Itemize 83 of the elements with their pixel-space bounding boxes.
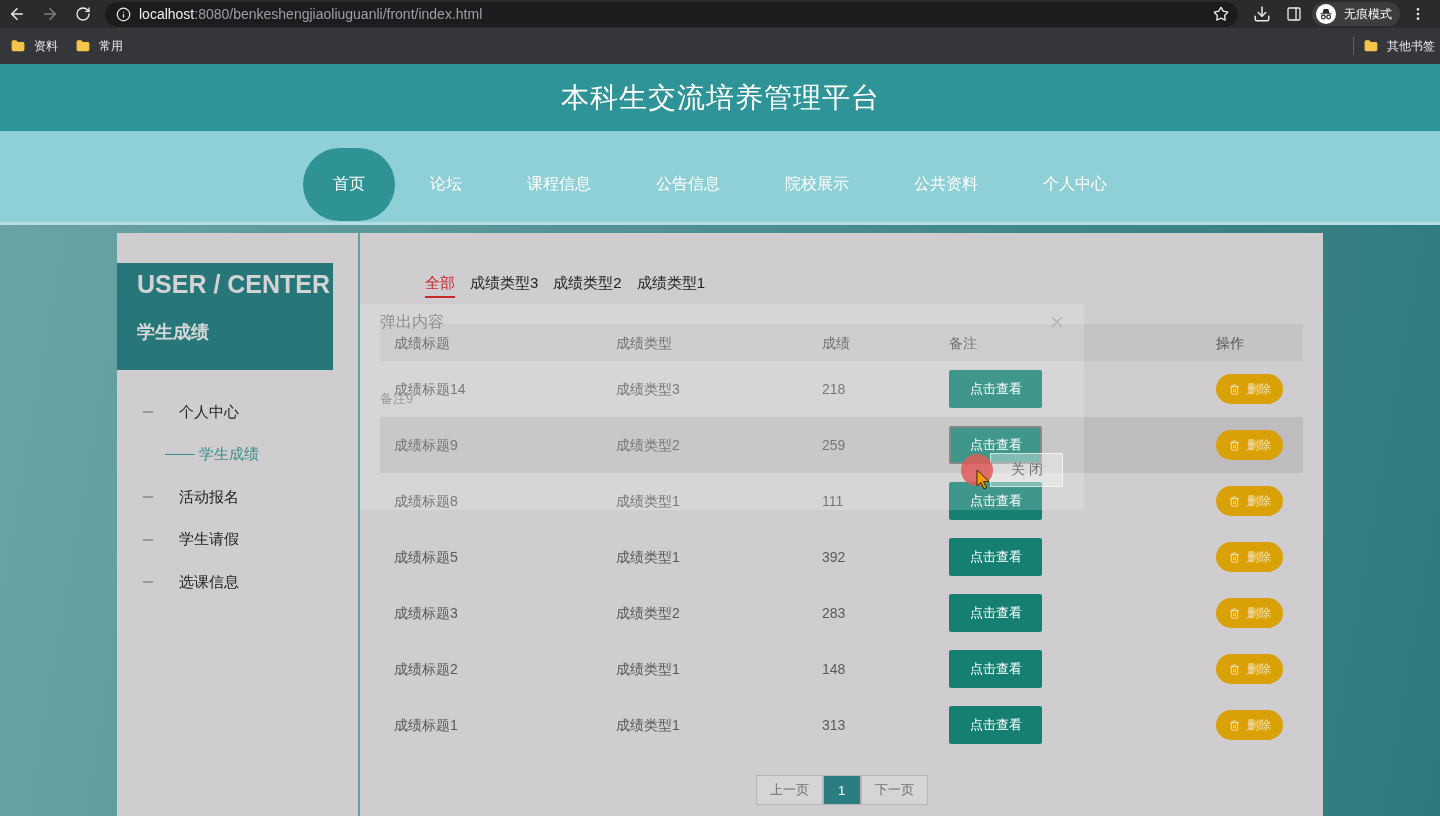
- table-cell: 成绩类型2: [616, 437, 680, 453]
- delete-button[interactable]: 删除: [1216, 654, 1283, 684]
- table-cell: 成绩类型3: [616, 381, 680, 397]
- filter-tab[interactable]: 成绩类型1: [636, 272, 706, 298]
- banner-subheading: 学生成绩: [137, 321, 210, 343]
- table-cell: 148: [822, 661, 846, 677]
- incognito-icon: [1316, 4, 1336, 24]
- table-cell: 成绩类型1: [616, 661, 680, 677]
- trash-icon: [1228, 607, 1240, 619]
- column-header: 操作: [1216, 334, 1244, 351]
- nav-link[interactable]: 首页: [303, 148, 395, 221]
- close-button[interactable]: 关闭: [990, 453, 1063, 487]
- column-header: 备注: [949, 334, 977, 351]
- table-cell: 成绩标题8: [394, 493, 458, 509]
- cursor-icon: [959, 452, 995, 492]
- view-button[interactable]: 点击查看: [949, 538, 1042, 576]
- site-title: 本科生交流培养管理平台: [560, 80, 880, 115]
- table-cell: 成绩标题3: [394, 605, 458, 621]
- table-cell: 259: [822, 437, 846, 453]
- trash-icon: [1228, 439, 1240, 451]
- sidebar-item[interactable]: 活动报名: [117, 476, 358, 519]
- sidebar-item[interactable]: 选课信息: [117, 561, 358, 604]
- table-cell: 218: [822, 381, 846, 397]
- dash-icon: [143, 538, 153, 541]
- address-bar[interactable]: localhost:8080/benkeshengjiaoliuguanli/front/index.html: [105, 1, 1238, 27]
- delete-button[interactable]: 删除: [1216, 710, 1283, 740]
- view-button[interactable]: 点击查看: [949, 706, 1042, 744]
- bookmark-item[interactable]: 其他书签: [1364, 37, 1435, 55]
- dialog-title: 弹出内容: [380, 312, 444, 332]
- url-text: localhost:8080/benkeshengjiaoliuguanli/front/index.html: [139, 6, 484, 22]
- profile-button[interactable]: 无痕模式: [1312, 2, 1400, 26]
- view-button[interactable]: 点击查看: [949, 594, 1042, 632]
- view-button[interactable]: 点击查看: [949, 370, 1042, 408]
- banner-heading: USER / CENTER: [137, 269, 332, 299]
- dash-icon: [143, 411, 153, 414]
- column-header: 成绩类型: [616, 334, 672, 351]
- table-cell: 成绩类型1: [616, 493, 680, 509]
- column-header: 成绩标题: [394, 334, 450, 351]
- trash-icon: [1228, 495, 1240, 507]
- info-icon[interactable]: [116, 6, 131, 22]
- trash-icon: [1228, 663, 1240, 675]
- delete-button[interactable]: 删除: [1216, 430, 1283, 460]
- sidebar-item[interactable]: 个人中心: [117, 391, 358, 434]
- dash-icon: [165, 454, 195, 456]
- view-button[interactable]: 点击查看: [949, 426, 1042, 464]
- dash-icon: [143, 496, 153, 499]
- filter-tab[interactable]: 全部: [425, 272, 455, 298]
- bookmark-item[interactable]: 资料: [11, 37, 58, 55]
- delete-button[interactable]: 删除: [1216, 598, 1283, 628]
- table-cell: 313: [822, 717, 846, 733]
- table-cell: 成绩类型2: [616, 605, 680, 621]
- delete-button[interactable]: 删除: [1216, 542, 1283, 572]
- trash-icon: [1228, 551, 1240, 563]
- table-cell: 成绩标题5: [394, 549, 458, 565]
- view-button[interactable]: 点击查看: [949, 650, 1042, 688]
- table-cell: 成绩标题9: [394, 437, 458, 453]
- download-icon[interactable]: [1253, 5, 1271, 23]
- folder-icon: [11, 39, 25, 53]
- table-cell: 成绩类型1: [616, 549, 680, 565]
- side-panel-icon[interactable]: [1286, 6, 1302, 22]
- folder-icon: [1364, 39, 1378, 53]
- page-button[interactable]: 1: [822, 775, 861, 805]
- filter-tab[interactable]: 成绩类型3: [470, 272, 539, 298]
- dash-icon: [143, 581, 153, 584]
- sidebar-item[interactable]: 学生成绩: [117, 433, 358, 476]
- reload-icon[interactable]: [74, 6, 91, 22]
- sidebar-item[interactable]: 学生请假: [117, 518, 358, 561]
- delete-button[interactable]: 删除: [1216, 486, 1283, 516]
- table-cell: 283: [822, 605, 846, 621]
- folder-icon: [76, 39, 90, 53]
- table-cell: 392: [822, 549, 846, 565]
- table-cell: 成绩标题2: [394, 661, 458, 677]
- trash-icon: [1228, 719, 1240, 731]
- view-button[interactable]: 点击查看: [949, 482, 1042, 520]
- star-icon[interactable]: [1213, 6, 1229, 22]
- table-cell: 成绩类型1: [616, 717, 680, 733]
- table-cell: 成绩标题1: [394, 717, 458, 733]
- bookmark-item[interactable]: 常用: [76, 37, 123, 55]
- trash-icon: [1228, 383, 1240, 395]
- filter-tab[interactable]: 成绩类型2: [553, 272, 622, 298]
- delete-button[interactable]: 删除: [1216, 374, 1283, 404]
- column-header: 成绩: [822, 334, 850, 351]
- table-cell: 111: [822, 493, 844, 509]
